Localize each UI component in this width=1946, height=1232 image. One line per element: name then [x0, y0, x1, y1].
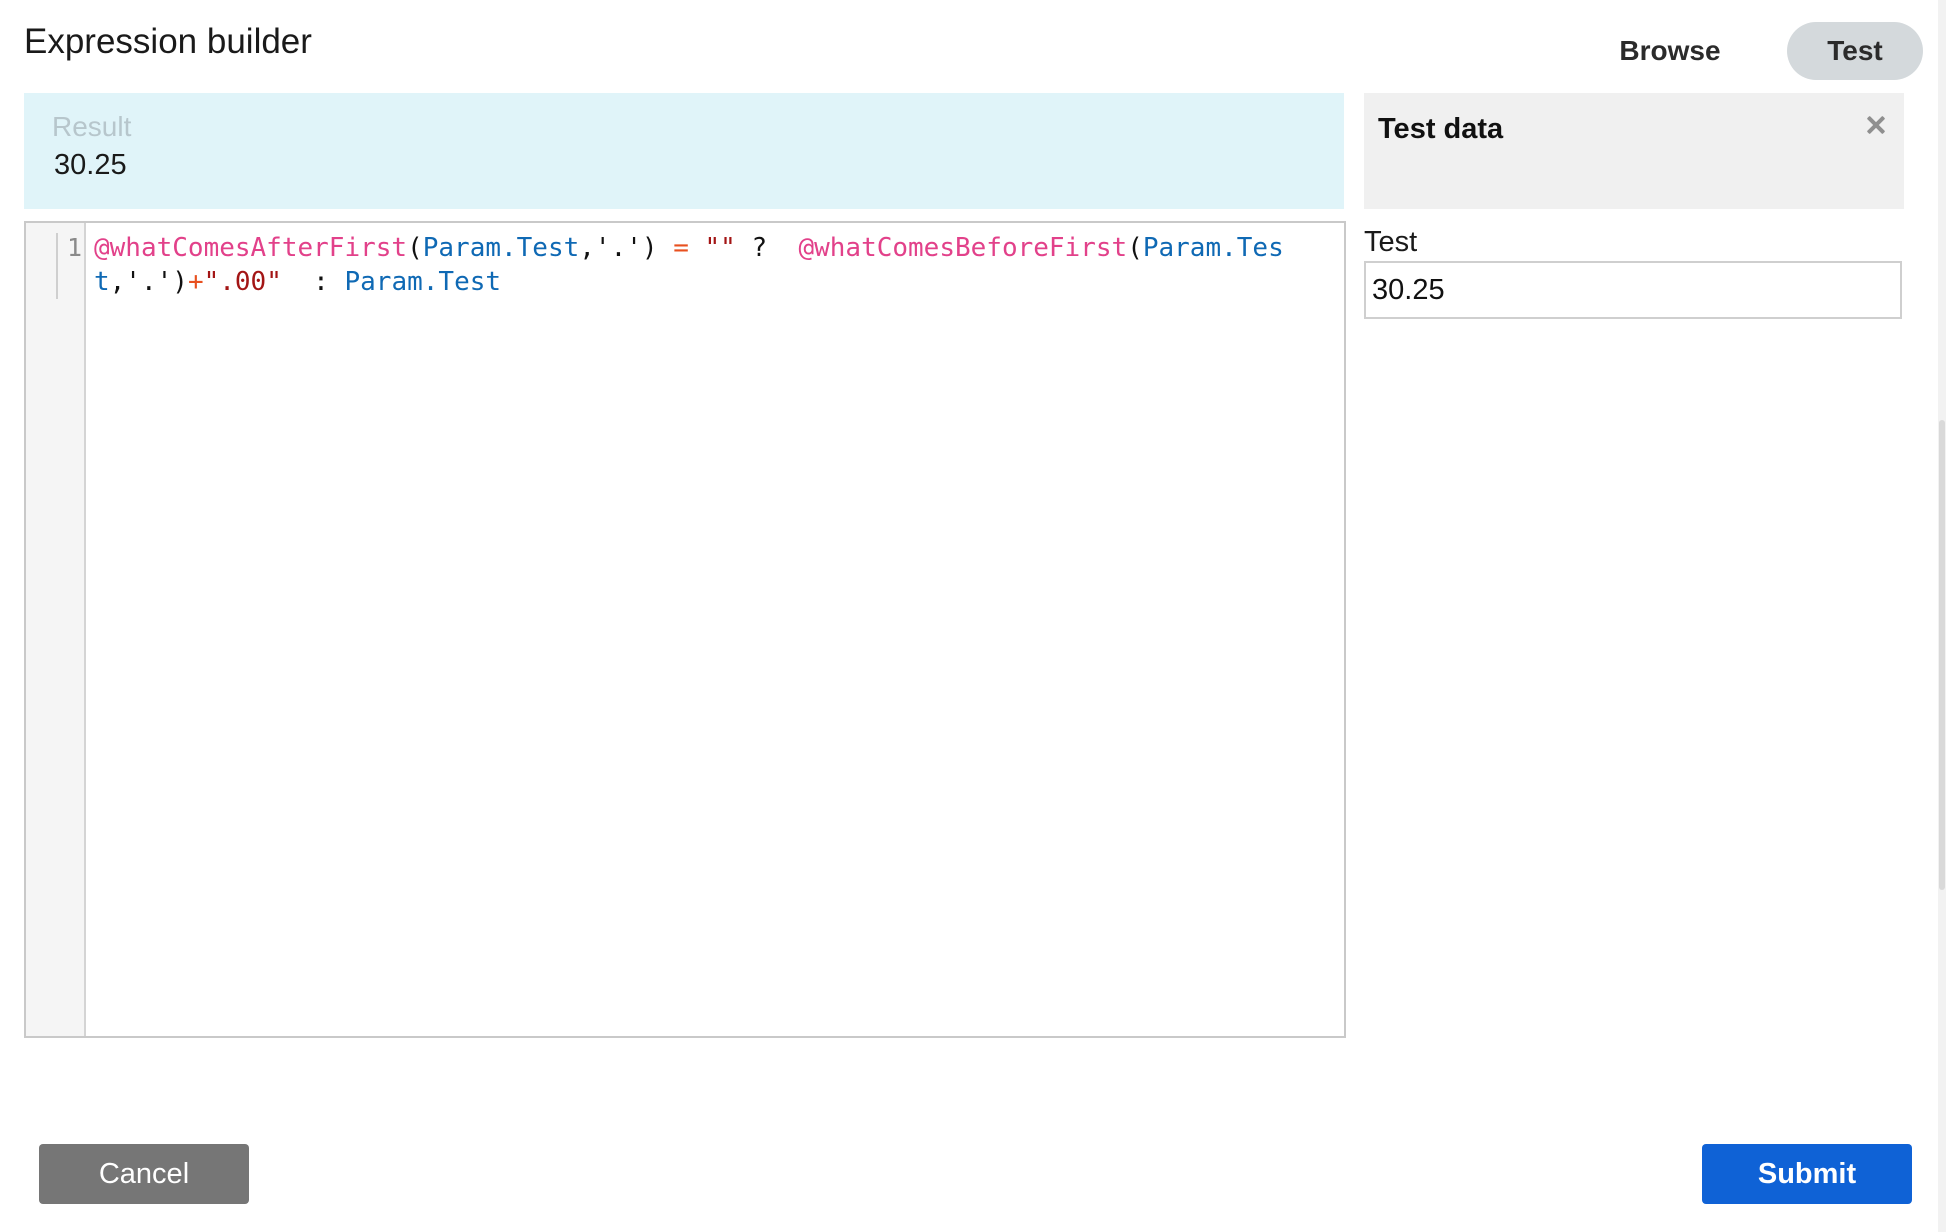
code-token-func: @whatComesBeforeFirst — [798, 233, 1128, 263]
cancel-button[interactable]: Cancel — [39, 1144, 249, 1204]
code-token-op: = — [673, 233, 689, 263]
dialog-title: Expression builder — [24, 22, 312, 61]
scrollbar-thumb[interactable] — [1939, 420, 1945, 890]
code-token-op: + — [187, 267, 204, 297]
expression-editor[interactable]: 1 @whatComesAfterFirst(Param.Test,'.') =… — [24, 221, 1346, 1038]
tab-browse[interactable]: Browse — [1600, 22, 1740, 80]
code-text[interactable]: @whatComesAfterFirst(Param.Test,'.') = "… — [94, 231, 1324, 299]
code-token-param: Param.Test — [344, 267, 502, 297]
tab-test[interactable]: Test — [1787, 22, 1923, 80]
test-field-input[interactable] — [1364, 261, 1902, 319]
test-data-panel: Test data — [1364, 93, 1904, 209]
result-panel: Result 30.25 — [24, 93, 1344, 209]
line-number: 1 — [56, 233, 84, 299]
code-token-plain: ,'.') — [109, 267, 188, 297]
submit-button[interactable]: Submit — [1702, 1144, 1912, 1204]
test-field-label: Test — [1364, 226, 1418, 258]
code-token-plain: ,'.') — [579, 233, 674, 263]
close-icon[interactable] — [1864, 113, 1888, 137]
code-token-plain: ? — [735, 233, 799, 263]
test-data-title: Test data — [1378, 113, 1504, 145]
code-token-func: @whatComesAfterFirst — [94, 233, 408, 263]
result-value: 30.25 — [54, 149, 127, 181]
page-scrollbar[interactable] — [1938, 0, 1946, 1232]
code-token-plain: : — [281, 267, 345, 297]
code-token-str: "" — [704, 233, 736, 263]
editor-gutter: 1 — [26, 223, 86, 1036]
code-token-param: Param.Test — [422, 233, 580, 263]
code-token-plain: ( — [1127, 233, 1143, 263]
result-label: Result — [52, 111, 132, 142]
code-token-str: ".00" — [203, 267, 282, 297]
code-token-plain: ( — [407, 233, 423, 263]
